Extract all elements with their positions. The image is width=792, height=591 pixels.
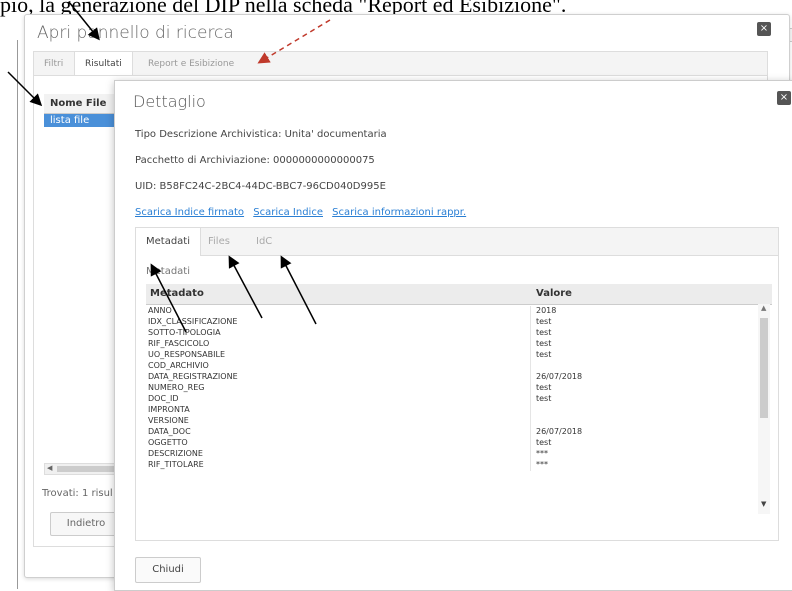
column-divider (530, 350, 531, 361)
table-row[interactable]: NUMERO_REG test (146, 383, 758, 394)
column-divider (530, 383, 531, 394)
metadata-key: IDX_CLASSIFICAZIONE (148, 317, 238, 326)
detail-tab-panel: Metadati Files IdC Metadati Metadato Val… (135, 227, 779, 541)
table-row[interactable]: ANNO 2018 (146, 306, 758, 317)
metadata-key: COD_ARCHIVIO (148, 361, 209, 370)
column-divider (530, 405, 531, 416)
table-row[interactable]: COD_ARCHIVIO (146, 361, 758, 372)
metadata-value: test (536, 438, 552, 447)
metadata-value: 26/07/2018 (536, 372, 583, 381)
section-label: Metadati (146, 266, 191, 277)
metadata-value: *** (536, 460, 548, 469)
tipo-descrizione: Tipo Descrizione Archivistica: Unita' do… (135, 129, 387, 140)
metadata-key: SOTTO-TIPOLOGIA (148, 328, 221, 337)
download-signed-index-link[interactable]: Scarica Indice firmato (135, 207, 244, 218)
metadata-value: test (536, 339, 552, 348)
search-panel-tabs: Filtri Risultati Report e Esibizione (33, 51, 768, 76)
vertical-scrollbar[interactable]: ▲ ▼ (758, 304, 770, 514)
metadata-key: IMPRONTA (148, 405, 190, 414)
pacchetto-archiviazione: Pacchetto di Archiviazione: 000000000000… (135, 155, 375, 166)
metadata-key: NUMERO_REG (148, 383, 205, 392)
column-divider (530, 317, 531, 328)
table-row[interactable]: UO_RESPONSABILE test (146, 350, 758, 361)
table-row[interactable]: RIF_TITOLARE *** (146, 460, 758, 471)
column-divider (530, 427, 531, 438)
uid-text: UID: B58FC24C-2BC4-44DC-BBC7-96CD040D995… (135, 181, 386, 192)
table-row[interactable]: DESCRIZIONE *** (146, 449, 758, 460)
scroll-up-icon[interactable]: ▲ (761, 304, 766, 312)
metadata-key: DATA_DOC (148, 427, 191, 436)
close-icon[interactable]: × (777, 91, 791, 105)
tab-report-esibizione[interactable]: Report e Esibizione (138, 52, 244, 76)
column-divider (530, 339, 531, 350)
close-icon[interactable]: × (757, 22, 771, 36)
search-panel-title: Apri pannello di ricerca (37, 23, 234, 43)
table-row[interactable]: DATA_REGISTRAZIONE 26/07/2018 (146, 372, 758, 383)
detail-title: Dettaglio (133, 92, 206, 111)
metadata-key: RIF_FASCICOLO (148, 339, 210, 348)
scrollbar-thumb[interactable] (760, 318, 768, 418)
metadata-value: test (536, 383, 552, 392)
metadata-value: *** (536, 449, 548, 458)
table-row[interactable]: IDX_CLASSIFICAZIONE test (146, 317, 758, 328)
tab-idc[interactable]: IdC (246, 228, 282, 255)
table-row[interactable]: RIF_FASCICOLO test (146, 339, 758, 350)
table-row[interactable]: IMPRONTA (146, 405, 758, 416)
scroll-left-icon[interactable]: ◀ (47, 464, 52, 472)
metadata-key: UO_RESPONSABILE (148, 350, 226, 359)
metadata-value: 2018 (536, 306, 557, 315)
metadata-key: OGGETTO (148, 438, 188, 447)
tab-files[interactable]: Files (198, 228, 240, 255)
download-links: Scarica Indice firmato Scarica Indice Sc… (135, 207, 472, 218)
detail-tabs: Metadati Files IdC (136, 228, 778, 256)
tab-filtri[interactable]: Filtri (34, 52, 73, 76)
metadata-key: DESCRIZIONE (148, 449, 203, 458)
column-header-metadato[interactable]: Metadato (150, 288, 204, 299)
tab-metadati[interactable]: Metadati (136, 228, 202, 256)
background-border-line (17, 40, 18, 589)
column-divider (530, 394, 531, 405)
metadata-value: 26/07/2018 (536, 427, 583, 436)
table-row[interactable]: OGGETTO test (146, 438, 758, 449)
metadata-table: Metadato Valore ANNO 2018 IDX_CLASSIFICAZI… (146, 284, 772, 514)
column-divider (530, 306, 531, 317)
column-header-valore[interactable]: Valore (536, 288, 572, 299)
download-index-link[interactable]: Scarica Indice (253, 207, 323, 218)
metadata-value: test (536, 328, 552, 337)
column-divider (530, 328, 531, 339)
column-divider (530, 449, 531, 460)
chiudi-button[interactable]: Chiudi (135, 557, 201, 583)
column-divider (530, 372, 531, 383)
tab-risultati[interactable]: Risultati (74, 52, 133, 76)
table-row[interactable]: SOTTO-TIPOLOGIA test (146, 328, 758, 339)
back-button[interactable]: Indietro (50, 512, 122, 536)
column-divider (530, 361, 531, 372)
table-row[interactable]: DOC_ID test (146, 394, 758, 405)
column-divider (530, 438, 531, 449)
download-repr-info-link[interactable]: Scarica informazioni rappr. (332, 207, 466, 218)
metadata-value: test (536, 317, 552, 326)
detail-modal: Dettaglio × Tipo Descrizione Archivistic… (114, 80, 792, 591)
metadata-key: VERSIONE (148, 416, 189, 425)
results-count: Trovati: 1 risul (42, 488, 113, 499)
metadata-key: DATA_REGISTRAZIONE (148, 372, 238, 381)
metadata-value: test (536, 394, 552, 403)
metadata-table-header: Metadato Valore (146, 284, 772, 305)
table-row[interactable]: DATA_DOC 26/07/2018 (146, 427, 758, 438)
column-divider (530, 416, 531, 427)
metadata-key: ANNO (148, 306, 172, 315)
metadata-key: DOC_ID (148, 394, 179, 403)
table-row[interactable]: VERSIONE (146, 416, 758, 427)
scroll-down-icon[interactable]: ▼ (761, 500, 766, 508)
metadata-key: RIF_TITOLARE (148, 460, 204, 469)
column-divider (530, 460, 531, 471)
metadata-value: test (536, 350, 552, 359)
